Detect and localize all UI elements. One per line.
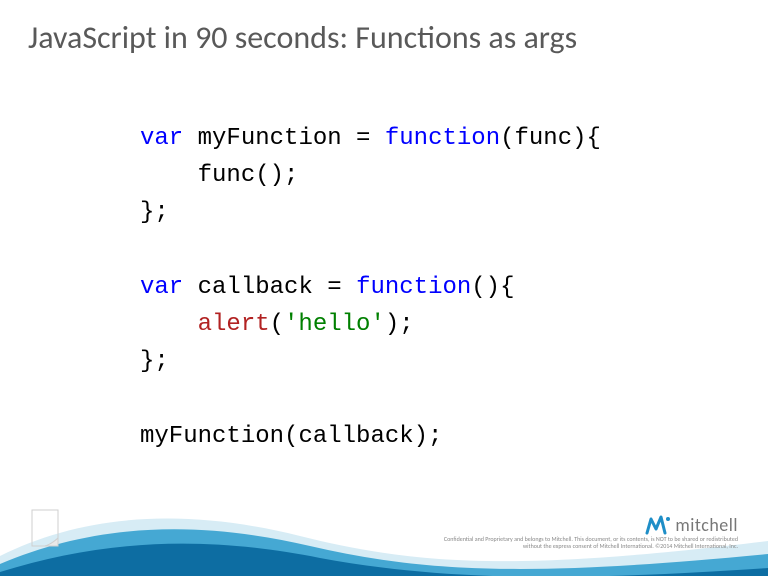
punct: ); (414, 423, 443, 450)
indent (140, 162, 198, 189)
logo-mark-icon (645, 515, 671, 535)
call: myFunction (140, 423, 284, 450)
identifier: callback (198, 274, 313, 301)
punct: (); (255, 162, 298, 189)
code-block: var myFunction = function(func){ func();… (140, 120, 601, 455)
punct: ); (385, 311, 414, 338)
punct: }; (140, 348, 169, 375)
string-literal: 'hello' (284, 311, 385, 338)
operator: = (313, 274, 356, 301)
indent (140, 311, 198, 338)
identifier: myFunction (198, 125, 342, 152)
footer-disclaimer: Confidential and Proprietary and belongs… (438, 536, 738, 550)
keyword-function: function (356, 274, 471, 301)
arg: callback (298, 423, 413, 450)
page-marker-icon (28, 508, 62, 548)
alert-call: alert (198, 311, 270, 338)
punct: ( (500, 125, 514, 152)
slide-title: JavaScript in 90 seconds: Functions as a… (28, 18, 577, 57)
param: func (515, 125, 573, 152)
call: func (198, 162, 256, 189)
slide: JavaScript in 90 seconds: Functions as a… (0, 0, 768, 576)
punct: (){ (471, 274, 514, 301)
punct: ( (284, 423, 298, 450)
operator: = (342, 125, 385, 152)
brand-logo: mitchell (645, 514, 738, 536)
keyword-function: function (385, 125, 500, 152)
punct: ){ (572, 125, 601, 152)
punct: ( (270, 311, 284, 338)
punct: }; (140, 199, 169, 226)
logo-text: mitchell (675, 514, 738, 536)
keyword-var: var (140, 274, 183, 301)
keyword-var: var (140, 125, 183, 152)
